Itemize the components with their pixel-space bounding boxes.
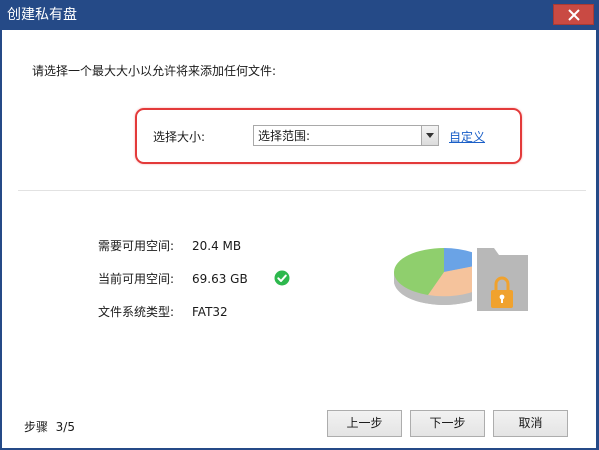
title-bar[interactable]: 创建私有盘	[0, 0, 599, 30]
dialog-content: 请选择一个最大大小以允许将来添加任何文件: 选择大小: 选择范围: 自定义 需要…	[2, 30, 596, 448]
back-button[interactable]: 上一步	[327, 410, 402, 437]
close-icon	[568, 9, 580, 21]
required-space-label: 需要可用空间:	[98, 239, 175, 253]
size-dropdown[interactable]: 选择范围:	[253, 125, 439, 146]
next-button[interactable]: 下一步	[410, 410, 485, 437]
check-icon	[274, 270, 290, 286]
step-value: 3/5	[55, 420, 75, 434]
close-button[interactable]	[553, 4, 594, 25]
section-divider	[18, 190, 586, 191]
file-system-label: 文件系统类型:	[98, 305, 175, 319]
instruction-text: 请选择一个最大大小以允许将来添加任何文件:	[32, 64, 277, 78]
step-indicator: 步骤 3/5	[24, 419, 75, 435]
dropdown-arrow-icon	[426, 133, 434, 138]
current-space-value: 69.63 GB	[192, 272, 248, 286]
size-label: 选择大小:	[153, 130, 206, 144]
dropdown-button[interactable]	[421, 126, 438, 145]
custom-size-link[interactable]: 自定义	[449, 129, 485, 145]
current-space-label: 当前可用空间:	[98, 272, 175, 286]
private-disk-graphic	[393, 243, 533, 315]
size-dropdown-value: 选择范围:	[258, 129, 311, 143]
file-system-value: FAT32	[192, 305, 228, 319]
cancel-button[interactable]: 取消	[493, 410, 568, 437]
window-title: 创建私有盘	[7, 7, 77, 23]
required-space-value: 20.4 MB	[192, 239, 242, 253]
step-label: 步骤	[24, 420, 49, 434]
dialog-window: 创建私有盘 请选择一个最大大小以允许将来添加任何文件: 选择大小: 选择范围: …	[0, 0, 599, 450]
